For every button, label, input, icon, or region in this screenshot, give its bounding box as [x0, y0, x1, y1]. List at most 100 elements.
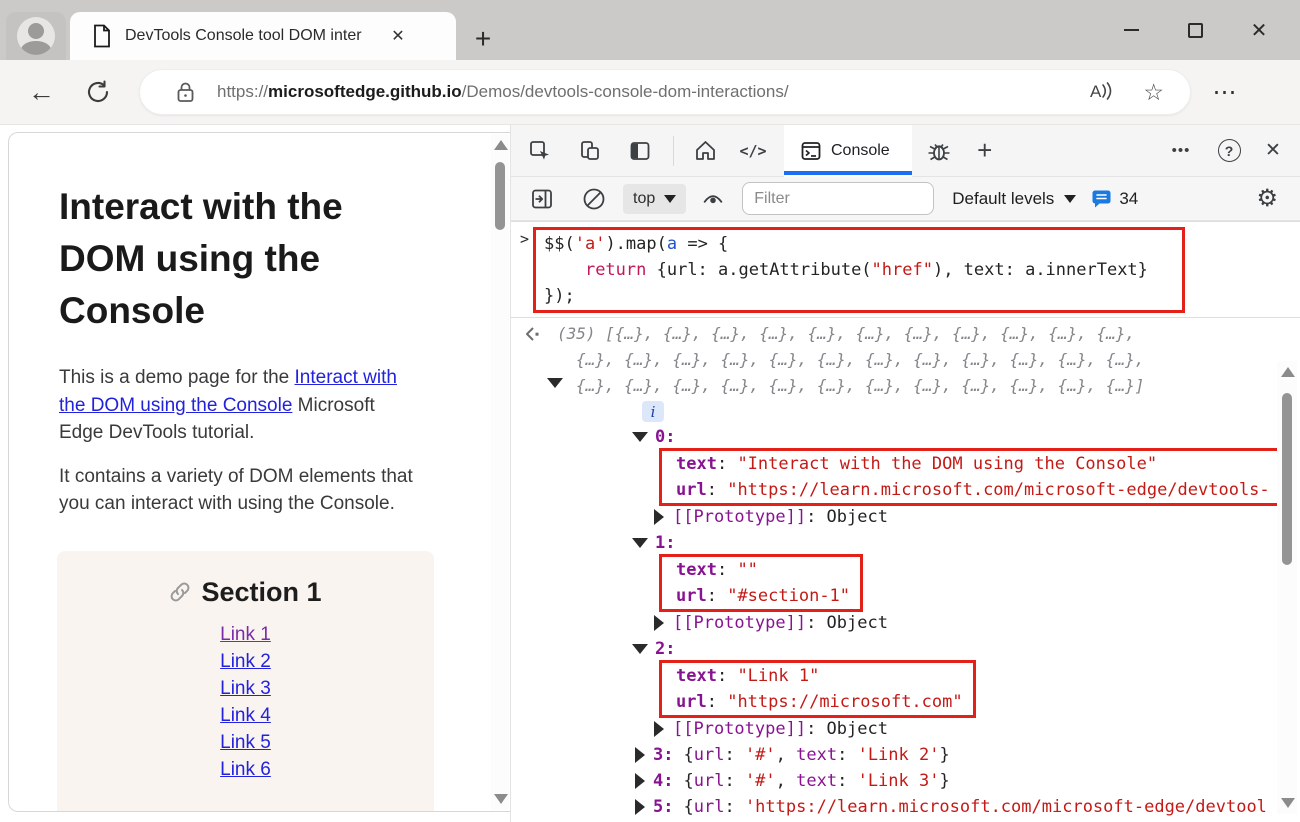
entry-preview: {url: '#', text: 'Link 2'} — [683, 742, 949, 768]
link-1[interactable]: Link 1 — [57, 621, 434, 648]
paragraph-text: This is a demo page for the — [59, 367, 295, 388]
array-entry-collapsed[interactable]: 3: {url: '#', text: 'Link 2'} — [557, 742, 1300, 768]
array-entry-header[interactable]: 2: — [557, 636, 1300, 662]
link-2[interactable]: Link 2 — [57, 648, 434, 675]
section-links: Link 1 Link 2 Link 3 Link 4 Link 5 Link … — [57, 621, 434, 783]
console-tab[interactable]: Console — [784, 125, 912, 177]
array-preview-line[interactable]: (35) [{…}, {…}, {…}, {…}, {…}, {…}, {…},… — [557, 321, 1300, 347]
settings-gear-icon[interactable]: ⚙ — [1256, 184, 1278, 213]
section-1-card: Section 1 Link 1 Link 2 Link 3 Link 4 Li… — [57, 551, 434, 813]
sources-tab-icon[interactable]: </> — [740, 138, 766, 164]
new-tab-button[interactable]: + — [466, 22, 500, 56]
annotation-box-command: $$('a').map(a => { return {url: a.getAtt… — [533, 227, 1185, 313]
console-command-row: > $$('a').map(a => { return {url: a.getA… — [511, 221, 1300, 318]
active-tab-indicator — [784, 171, 912, 175]
dock-side-icon[interactable] — [627, 138, 653, 164]
profile-button[interactable] — [6, 12, 66, 60]
array-entry-collapsed[interactable]: 6:{url: '#', text: 'Link 5'} — [557, 820, 1300, 821]
browser-menu-icon[interactable]: ⋯ — [1205, 78, 1245, 107]
maximize-icon — [1188, 23, 1203, 38]
annotation-box-entry-2: text: "Link 1" url: "https://microsoft.c… — [659, 660, 976, 718]
issues-count: 34 — [1119, 189, 1138, 209]
prototype-row[interactable]: [[Prototype]]: Object — [557, 716, 1300, 742]
scroll-down-arrow[interactable] — [1281, 798, 1295, 808]
array-preview-line[interactable]: {…}, {…}, {…}, {…}, {…}, {…}, {…}, {…}, … — [557, 347, 1300, 373]
live-expression-eye-icon[interactable] — [700, 186, 726, 212]
page-scrollbar[interactable] — [491, 134, 509, 810]
console-log[interactable]: > $$('a').map(a => { return {url: a.getA… — [511, 221, 1300, 821]
entry-index: 1: — [655, 530, 675, 556]
link-6[interactable]: Link 6 — [57, 756, 434, 783]
log-levels-dropdown[interactable]: Default levels — [952, 189, 1076, 209]
collapse-icon[interactable] — [632, 432, 648, 442]
close-button[interactable]: ✕ — [1236, 7, 1282, 53]
lock-icon[interactable] — [176, 81, 195, 103]
link-3[interactable]: Link 3 — [57, 675, 434, 702]
array-entry-collapsed[interactable]: 4:{url: '#', text: 'Link 3'} — [557, 768, 1300, 794]
maximize-button[interactable] — [1172, 7, 1218, 53]
expand-icon[interactable] — [654, 615, 664, 631]
property-line: url: "#section-1" — [676, 583, 850, 609]
collapse-icon[interactable] — [632, 538, 648, 548]
property-line: url: "https://microsoft.com" — [676, 689, 963, 715]
console-sidebar-toggle-icon[interactable] — [529, 186, 555, 212]
read-aloud-icon: A — [1090, 82, 1101, 102]
expand-icon[interactable] — [654, 509, 664, 525]
annotation-box-entry-1: text: "" url: "#section-1" — [659, 554, 863, 612]
chevron-down-icon — [1064, 195, 1076, 203]
scroll-up-arrow[interactable] — [494, 140, 508, 150]
expand-icon[interactable] — [635, 747, 645, 763]
help-button[interactable]: ? — [1216, 138, 1242, 164]
scroll-down-arrow[interactable] — [494, 794, 508, 804]
array-entry-header[interactable]: 0: — [557, 424, 1300, 450]
array-entry-collapsed[interactable]: 5:{url: 'https://learn.microsoft.com/mic… — [557, 794, 1300, 820]
javascript-context-dropdown[interactable]: top — [623, 184, 686, 214]
expand-array-icon[interactable] — [547, 378, 563, 388]
close-icon: ✕ — [1251, 18, 1268, 43]
devtools-menu-icon[interactable]: ••• — [1164, 138, 1198, 164]
more-tabs-button[interactable]: + — [972, 138, 998, 164]
favorites-star-icon[interactable]: ☆ — [1143, 79, 1164, 106]
tab-close-icon[interactable]: ✕ — [385, 23, 411, 49]
scroll-thumb[interactable] — [495, 162, 505, 230]
devtools-panel: </> Console + ••• ? ✕ top — [510, 125, 1300, 822]
minimize-button[interactable] — [1108, 7, 1154, 53]
entry-index: 3: — [653, 742, 673, 768]
clear-console-icon[interactable] — [581, 186, 607, 212]
prototype-row[interactable]: [[Prototype]]: Object — [557, 504, 1300, 530]
section-heading: Section 1 — [57, 577, 434, 608]
browser-tab[interactable]: DevTools Console tool DOM inter ✕ — [70, 12, 456, 60]
scroll-up-arrow[interactable] — [1281, 367, 1295, 377]
inspect-element-icon[interactable] — [527, 138, 553, 164]
scroll-thumb[interactable] — [1282, 393, 1292, 565]
anchor-link-icon[interactable] — [169, 581, 191, 603]
url-host: microsoftedge.github.io — [268, 82, 462, 101]
issues-counter[interactable]: 34 — [1091, 189, 1138, 209]
array-preview-line[interactable]: {…}, {…}, {…}, {…}, {…}, {…}, {…}, {…}, … — [557, 373, 1300, 399]
array-entry-header[interactable]: 1: — [557, 530, 1300, 556]
collapse-icon[interactable] — [632, 644, 648, 654]
debugger-tab-icon[interactable] — [926, 138, 952, 164]
address-bar[interactable]: https://microsoftedge.github.io/Demos/de… — [139, 69, 1191, 115]
navigation-bar: ← https://microsoftedge.github.io/Demos/… — [0, 60, 1300, 125]
back-button[interactable]: ← — [28, 77, 55, 108]
code-line: return {url: a.getAttribute("href"), tex… — [544, 257, 1170, 283]
link-4[interactable]: Link 4 — [57, 702, 434, 729]
console-scrollbar[interactable] — [1277, 361, 1297, 814]
read-aloud-button[interactable]: A — [1090, 82, 1113, 102]
home-tab-icon[interactable] — [692, 138, 718, 164]
prototype-row[interactable]: [[Prototype]]: Object — [557, 610, 1300, 636]
filter-input[interactable] — [742, 182, 934, 215]
expand-icon[interactable] — [635, 773, 645, 789]
device-emulation-icon[interactable] — [577, 138, 603, 164]
expand-icon[interactable] — [635, 799, 645, 815]
devtools-close-icon[interactable]: ✕ — [1260, 138, 1286, 164]
content-area: Interact with the DOM using the Console … — [0, 125, 1300, 822]
expand-icon[interactable] — [654, 721, 664, 737]
link-5[interactable]: Link 5 — [57, 729, 434, 756]
entry-preview: {url: 'https://learn.microsoft.com/micro… — [683, 794, 1266, 820]
info-icon[interactable]: i — [642, 401, 664, 422]
prototype-text: [[Prototype]]: Object — [673, 610, 888, 636]
refresh-button[interactable] — [85, 79, 111, 105]
url-text[interactable]: https://microsoftedge.github.io/Demos/de… — [217, 82, 1090, 102]
